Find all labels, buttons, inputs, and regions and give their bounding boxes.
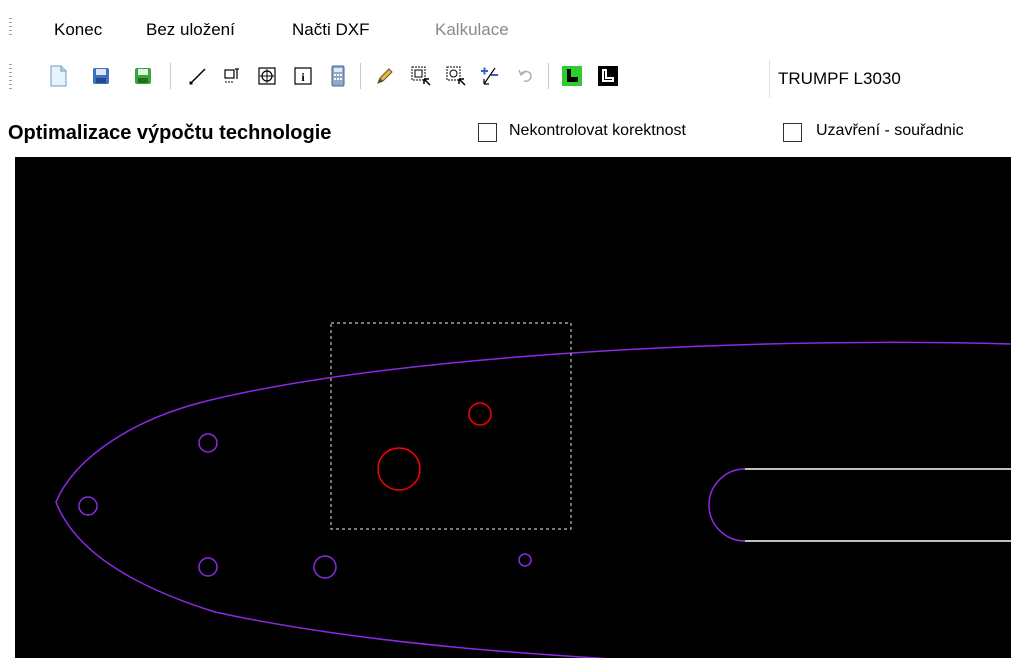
selection-box xyxy=(330,322,572,530)
layer-black-icon xyxy=(598,66,618,86)
dimension-icon xyxy=(224,68,239,83)
save-as-button[interactable] xyxy=(130,56,156,96)
toolbar-separator xyxy=(548,63,549,89)
check-nekontrolovat-label[interactable]: Nekontrolovat korektnost xyxy=(509,122,686,140)
layer-green-icon xyxy=(562,66,582,86)
hole[interactable] xyxy=(313,555,337,579)
hole[interactable] xyxy=(78,496,98,516)
toolbar-separator xyxy=(360,63,361,89)
calculator-icon xyxy=(331,65,345,87)
select-circle-icon xyxy=(446,66,466,86)
menu-bar: Konec Bez uložení Načti DXF Kalkulace xyxy=(0,0,1011,44)
save-green-icon xyxy=(135,68,151,84)
layer-green-button[interactable] xyxy=(559,56,585,96)
menu-kalkulace: Kalkulace xyxy=(435,20,509,39)
hole[interactable] xyxy=(518,553,532,567)
undo-icon xyxy=(518,69,532,82)
pencil-icon xyxy=(377,68,393,84)
save-icon xyxy=(93,68,109,84)
machine-name: TRUMPF L3030 xyxy=(778,69,901,88)
toolbar-separator xyxy=(170,63,171,89)
center-target-icon xyxy=(258,67,276,85)
draw-line-icon xyxy=(189,68,206,85)
menu-bez-ulozeni[interactable]: Bez uložení xyxy=(146,20,235,40)
check-uzavreni-label[interactable]: Uzavření - souřadnic xyxy=(816,122,964,140)
menu-grip[interactable] xyxy=(9,18,12,38)
toolbar: i TRUMPF L3030 xyxy=(0,56,1011,100)
calculator-button[interactable] xyxy=(325,56,351,96)
optimization-title: Optimalizace výpočtu technologie xyxy=(8,122,332,144)
select-window-icon xyxy=(411,66,431,86)
info-button[interactable]: i xyxy=(290,56,316,96)
save-button[interactable] xyxy=(88,56,114,96)
hole[interactable] xyxy=(198,557,218,577)
draw-line-button[interactable] xyxy=(185,56,211,96)
new-document-button[interactable] xyxy=(45,56,71,96)
add-remove-button[interactable] xyxy=(477,56,503,96)
new-document-icon xyxy=(50,65,67,87)
dimension-button[interactable] xyxy=(220,56,246,96)
drawing-svg[interactable] xyxy=(15,157,1011,658)
layer-black-button[interactable] xyxy=(595,56,621,96)
pencil-button[interactable] xyxy=(372,56,398,96)
drawing-canvas[interactable] xyxy=(15,157,1011,658)
options-bar: Optimalizace výpočtu technologie Nekontr… xyxy=(0,104,1011,158)
check-nekontrolovat[interactable] xyxy=(478,123,497,142)
center-button[interactable] xyxy=(254,56,280,96)
undo-button[interactable] xyxy=(513,56,539,96)
slot-contour[interactable] xyxy=(708,468,746,542)
info-icon: i xyxy=(294,67,312,85)
select-window-button[interactable] xyxy=(408,56,434,96)
toolbar-grip[interactable] xyxy=(9,64,12,90)
select-circle-button[interactable] xyxy=(443,56,469,96)
check-uzavreni[interactable] xyxy=(783,123,802,142)
selected-hole[interactable] xyxy=(377,447,421,491)
selected-hole[interactable] xyxy=(468,402,492,426)
menu-konec[interactable]: Konec xyxy=(54,20,102,40)
machine-selector[interactable]: TRUMPF L3030 xyxy=(769,60,1011,98)
part-outline[interactable] xyxy=(55,341,1011,658)
menu-nacti-dxf[interactable]: Načti DXF xyxy=(292,20,369,40)
add-remove-icon xyxy=(481,67,498,85)
hole[interactable] xyxy=(198,433,218,453)
